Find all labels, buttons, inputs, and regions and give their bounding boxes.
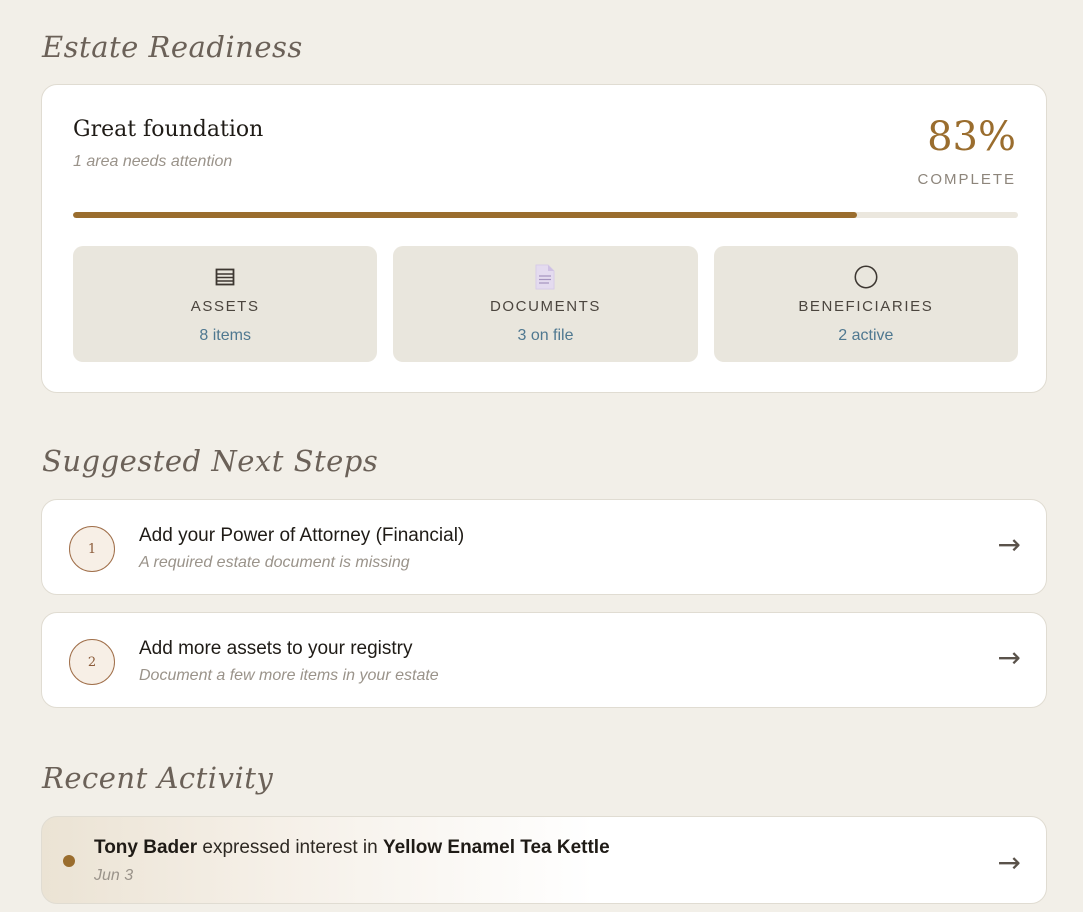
activity-actor: Tony Bader: [94, 837, 198, 858]
activity-action: expressed interest in: [197, 837, 383, 858]
estate-readiness-card: Great foundation 1 area needs attention …: [41, 84, 1047, 393]
readiness-tiles: ASSETS 8 items DOCUMENTS 3 on file BENEF…: [73, 246, 1018, 362]
completion-label: COMPLETE: [917, 171, 1016, 188]
arrow-right-icon[interactable]: →: [998, 644, 1021, 672]
next-step-power-of-attorney[interactable]: 1 Add your Power of Attorney (Financial)…: [41, 499, 1047, 595]
beneficiaries-tile-value: 2 active: [838, 327, 894, 344]
step-subtitle: Document a few more items in your estate: [139, 667, 439, 684]
documents-tile-value: 3 on file: [517, 327, 574, 344]
readiness-headline: Great foundation: [73, 117, 264, 142]
readiness-progress-bar: [73, 212, 1018, 218]
list-icon: [213, 265, 237, 289]
assets-tile-value: 8 items: [199, 327, 251, 344]
estate-readiness-title: Estate Readiness: [42, 30, 303, 64]
arrow-right-icon[interactable]: →: [998, 849, 1021, 877]
beneficiaries-tile-label: BENEFICIARIES: [798, 298, 934, 315]
activity-object: Yellow Enamel Tea Kettle: [382, 837, 610, 858]
completion-percent: 83%: [927, 114, 1016, 160]
documents-tile[interactable]: DOCUMENTS 3 on file: [393, 246, 698, 362]
documents-tile-label: DOCUMENTS: [489, 298, 602, 315]
assets-tile[interactable]: ASSETS 8 items: [73, 246, 378, 362]
activity-date: Jun 3: [94, 867, 134, 884]
activity-item[interactable]: Tony Bader expressed interest in Yellow …: [41, 816, 1047, 904]
step-number-badge: 1: [69, 526, 115, 572]
arrow-right-icon[interactable]: →: [998, 531, 1021, 559]
step-subtitle: A required estate document is missing: [139, 554, 410, 571]
readiness-progress-fill: [73, 212, 858, 218]
circle-icon: [854, 265, 878, 289]
step-title: Add your Power of Attorney (Financial): [139, 525, 465, 546]
activity-dot-icon: [63, 855, 75, 867]
document-icon: [533, 264, 557, 290]
recent-activity-title: Recent Activity: [42, 761, 274, 795]
assets-tile-label: ASSETS: [190, 298, 260, 315]
step-number-badge: 2: [69, 639, 115, 685]
step-title: Add more assets to your registry: [139, 638, 413, 659]
readiness-subtitle: 1 area needs attention: [73, 153, 233, 170]
next-steps-title: Suggested Next Steps: [42, 444, 379, 478]
activity-text: Tony Bader expressed interest in Yellow …: [94, 837, 610, 859]
next-step-add-assets[interactable]: 2 Add more assets to your registry Docum…: [41, 612, 1047, 708]
beneficiaries-tile[interactable]: BENEFICIARIES 2 active: [713, 246, 1018, 362]
